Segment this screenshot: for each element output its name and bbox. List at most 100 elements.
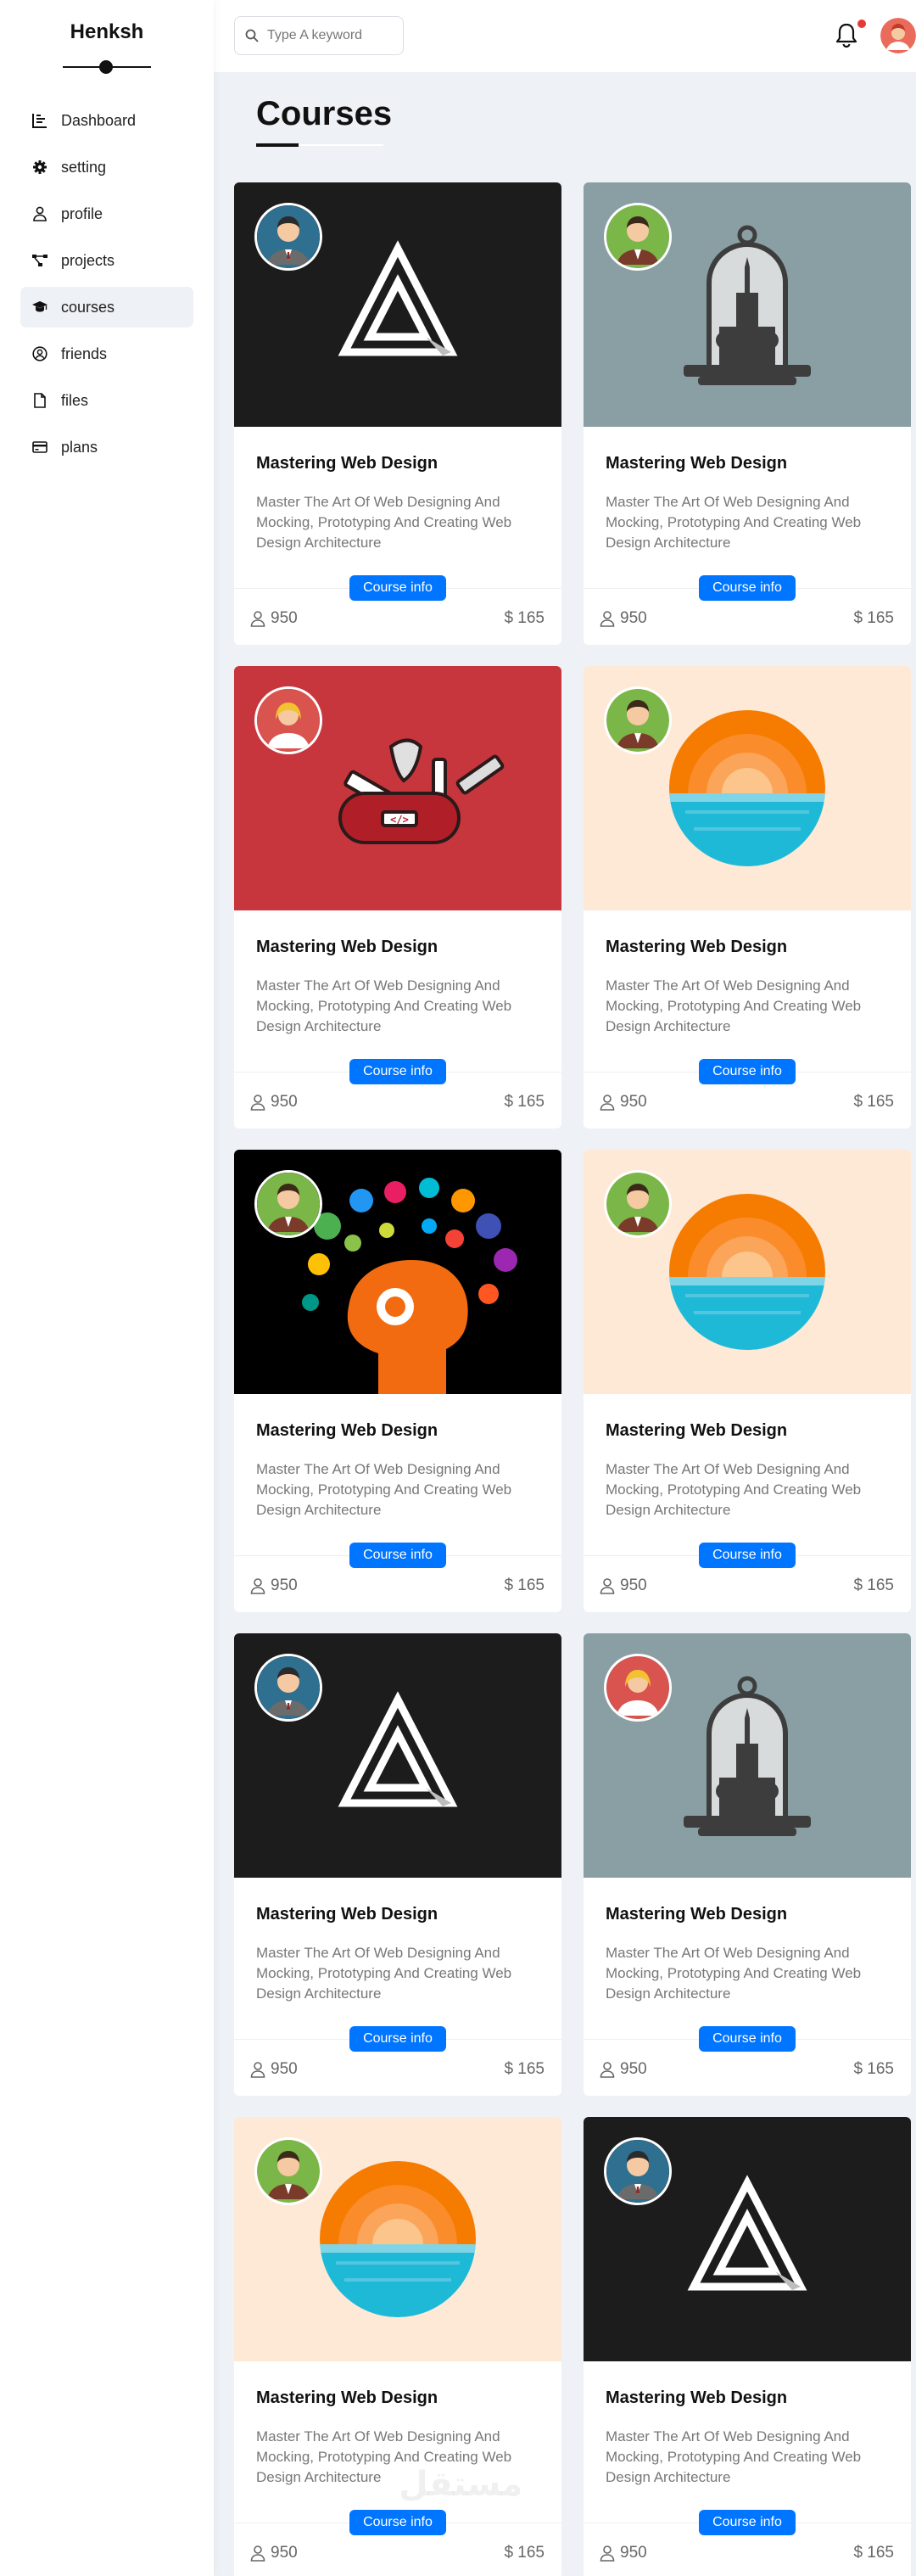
students-value: 950: [620, 2544, 647, 2562]
page-title: Courses: [256, 95, 393, 132]
sidebar-item-label: files: [61, 391, 89, 409]
course-info-button[interactable]: Course info: [699, 1543, 796, 1568]
search-input[interactable]: [267, 28, 394, 43]
course-info-button[interactable]: Course info: [349, 1059, 446, 1084]
instructor-avatar: [604, 203, 672, 271]
course-image: [584, 2117, 911, 2361]
course-description: Master The Art Of Web Designing And Mock…: [606, 2428, 862, 2485]
sidebar: Henksh Dashboard setting profile project…: [0, 0, 214, 2576]
title-underline-accent: [256, 143, 299, 147]
user-icon: [250, 611, 265, 627]
sidebar-item-projects[interactable]: projects: [20, 240, 193, 281]
course-card[interactable]: Mastering Web Design Master The Art Of W…: [584, 2117, 911, 2576]
user-icon: [250, 2062, 265, 2078]
graduation-cap-icon: [32, 301, 47, 312]
course-description: Master The Art Of Web Designing And Mock…: [606, 1945, 862, 2002]
course-card[interactable]: </> Mastering Web Design Master The Art …: [234, 666, 561, 1128]
credit-card-icon: [32, 441, 47, 453]
course-image: [234, 182, 561, 427]
sidebar-item-setting[interactable]: setting: [20, 147, 193, 188]
sidebar-item-label: profile: [61, 204, 103, 222]
course-title: Mastering Web Design: [256, 1421, 438, 1440]
user-icon: [33, 206, 47, 221]
course-info-button[interactable]: Course info: [699, 1059, 796, 1084]
course-card[interactable]: Mastering Web Design Master The Art Of W…: [584, 666, 911, 1128]
course-description: Master The Art Of Web Designing And Mock…: [606, 1461, 862, 1518]
svg-text:</>: </>: [390, 814, 409, 826]
course-title: Mastering Web Design: [606, 2388, 788, 2407]
course-description: Master The Art Of Web Designing And Mock…: [256, 494, 512, 551]
course-title: Mastering Web Design: [606, 1421, 788, 1440]
sidebar-item-files[interactable]: files: [20, 380, 193, 421]
students-value: 950: [271, 1093, 298, 1111]
course-price: $ 165: [853, 2544, 894, 2562]
instructor-avatar: [254, 1654, 322, 1722]
course-card[interactable]: Mastering Web Design Master The Art Of W…: [234, 182, 561, 645]
instructor-avatar: [254, 203, 322, 271]
students-value: 950: [620, 2060, 647, 2078]
user-icon: [250, 1578, 265, 1594]
top-header: [214, 0, 916, 72]
course-price: $ 165: [853, 2060, 894, 2078]
course-image: [234, 2117, 561, 2361]
sidebar-item-label: setting: [61, 158, 107, 176]
course-info-button[interactable]: Course info: [349, 575, 446, 601]
sidebar-nav: Dashboard setting profile projects cours…: [20, 100, 193, 473]
sidebar-item-friends[interactable]: friends: [20, 333, 193, 374]
students-count: 950: [599, 1576, 647, 1595]
course-price: $ 165: [504, 2544, 545, 2562]
course-image: </>: [234, 666, 561, 910]
course-card[interactable]: Mastering Web Design Master The Art Of W…: [234, 1633, 561, 2096]
course-card[interactable]: Mastering Web Design Master The Art Of W…: [234, 1150, 561, 1612]
user-avatar[interactable]: [880, 18, 916, 53]
course-image: [234, 1150, 561, 1394]
instructor-avatar: [604, 2137, 672, 2205]
search-icon: [245, 29, 259, 42]
students-count: 950: [249, 2544, 298, 2562]
course-info-button[interactable]: Course info: [349, 2026, 446, 2052]
diagram-icon: [32, 255, 47, 266]
search-box[interactable]: [234, 16, 404, 55]
gear-icon: [33, 160, 47, 174]
sidebar-item-label: courses: [61, 298, 115, 316]
course-info-button[interactable]: Course info: [349, 2510, 446, 2535]
course-card[interactable]: Mastering Web Design Master The Art Of W…: [234, 2117, 561, 2576]
user-icon: [600, 2545, 615, 2562]
students-count: 950: [599, 2060, 647, 2079]
students-value: 950: [271, 609, 298, 627]
sidebar-item-courses[interactable]: courses: [20, 287, 193, 328]
course-info-button[interactable]: Course info: [699, 575, 796, 601]
students-value: 950: [620, 1093, 647, 1111]
students-value: 950: [620, 1576, 647, 1594]
course-title: Mastering Web Design: [256, 938, 438, 956]
instructor-avatar: [254, 2137, 322, 2205]
course-info-button[interactable]: Course info: [349, 1543, 446, 1568]
instructor-avatar: [254, 686, 322, 754]
user-icon: [250, 2545, 265, 2562]
course-info-button[interactable]: Course info: [699, 2510, 796, 2535]
bell-icon[interactable]: [835, 22, 858, 49]
user-icon: [600, 1095, 615, 1111]
course-description: Master The Art Of Web Designing And Mock…: [256, 1945, 512, 2002]
course-card[interactable]: Mastering Web Design Master The Art Of W…: [584, 182, 911, 645]
sidebar-item-label: plans: [61, 438, 98, 456]
sidebar-item-plans[interactable]: plans: [20, 427, 193, 468]
course-image: [584, 666, 911, 910]
students-count: 950: [599, 1093, 647, 1112]
course-title: Mastering Web Design: [606, 454, 788, 473]
course-title: Mastering Web Design: [606, 938, 788, 956]
course-info-button[interactable]: Course info: [699, 2026, 796, 2052]
students-count: 950: [249, 1576, 298, 1595]
watermark: مستقل: [399, 2466, 523, 2503]
students-value: 950: [620, 609, 647, 627]
course-card[interactable]: Mastering Web Design Master The Art Of W…: [584, 1150, 911, 1612]
file-icon: [34, 393, 46, 408]
students-count: 950: [249, 2060, 298, 2079]
course-card[interactable]: Mastering Web Design Master The Art Of W…: [584, 1633, 911, 2096]
sidebar-item-dashboard[interactable]: Dashboard: [20, 100, 193, 141]
course-image: [584, 1633, 911, 1878]
students-count: 950: [249, 609, 298, 628]
course-title: Mastering Web Design: [256, 2388, 438, 2407]
sidebar-item-profile[interactable]: profile: [20, 193, 193, 234]
instructor-avatar: [254, 1170, 322, 1238]
